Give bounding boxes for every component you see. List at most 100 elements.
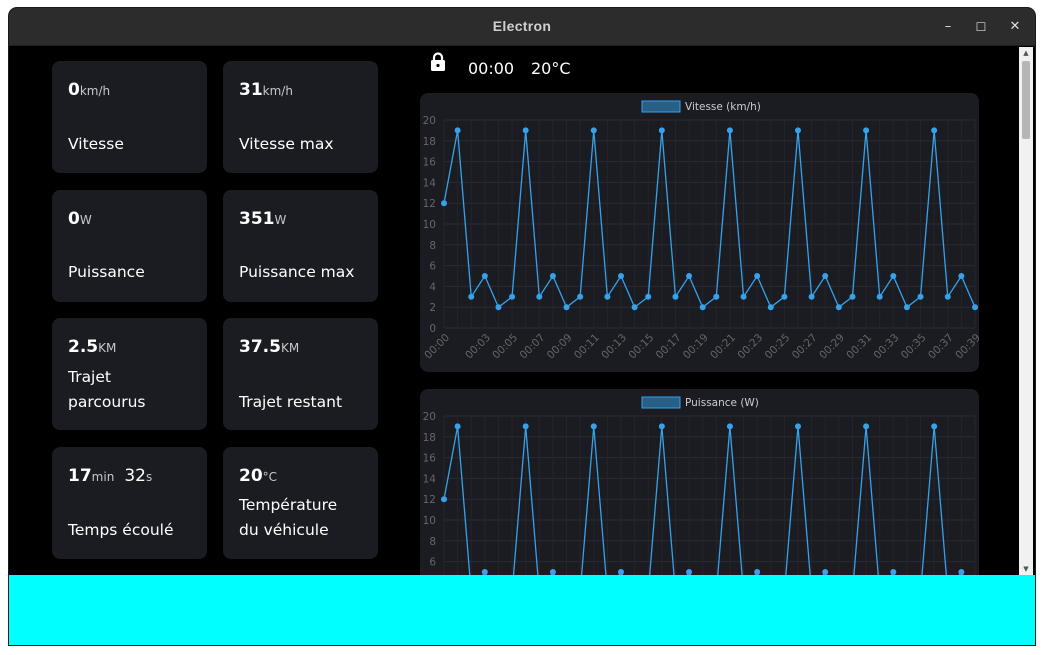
- scrollbar-thumb[interactable]: [1022, 61, 1030, 139]
- legend-label: Puissance (W): [685, 397, 759, 409]
- data-point: [754, 273, 761, 279]
- data-point: [658, 423, 665, 430]
- data-point: [686, 273, 693, 279]
- x-tick-label: 00:27: [790, 332, 820, 362]
- vitesse-value-line: 0km/h: [68, 80, 110, 100]
- data-point: [454, 127, 461, 134]
- card-temps-ecoule: 17min 32s Temps écoulé: [52, 447, 207, 559]
- x-tick-label: 00:31: [844, 332, 874, 362]
- y-tick-label: 16: [423, 157, 437, 169]
- trajet-parcourus-label-1: Trajet: [68, 368, 111, 386]
- data-point: [454, 423, 461, 430]
- vitesse-value: 0: [68, 80, 80, 100]
- legend-label: Vitesse (km/h): [685, 101, 761, 113]
- data-point: [618, 273, 624, 279]
- x-tick-label: 00:25: [763, 332, 793, 362]
- x-tick-label: 00:39: [953, 332, 979, 362]
- vitesse-max-value: 31: [239, 80, 263, 100]
- trajet-parcourus-value-line: 2.5KM: [68, 337, 116, 357]
- vitesse-unit: km/h: [79, 84, 111, 98]
- vitesse-max-value-line: 31km/h: [239, 80, 293, 100]
- x-tick-label: 00:00: [422, 332, 452, 362]
- data-point: [590, 127, 597, 134]
- card-temperature: 20°C Température du véhicule: [223, 447, 378, 559]
- window-title: Electron: [492, 18, 552, 34]
- data-point: [631, 304, 638, 311]
- data-point: [726, 423, 733, 430]
- data-point: [658, 127, 665, 134]
- trajet-restant-unit: KM: [280, 341, 300, 355]
- minimize-button[interactable]: –: [938, 17, 958, 37]
- y-tick-label: 2: [429, 302, 436, 314]
- y-tick-label: 20: [423, 115, 436, 127]
- x-tick-label: 00:29: [817, 332, 847, 362]
- puissance-value: 0: [68, 209, 80, 229]
- temperature-display: 20°C: [531, 59, 571, 78]
- puissance-max-value: 351: [239, 209, 275, 229]
- data-point: [876, 293, 883, 300]
- temps-min-value: 17: [68, 466, 92, 486]
- x-tick-label: 00:09: [545, 332, 575, 362]
- puissance-value-line: 0W: [68, 209, 92, 229]
- data-point: [549, 273, 556, 279]
- x-tick-label: 00:23: [735, 332, 765, 362]
- temps-sec-unit: s: [145, 470, 153, 484]
- x-tick-label: 00:13: [599, 332, 629, 362]
- x-tick-label: 00:15: [626, 332, 656, 362]
- temperature-value: 20: [239, 466, 263, 486]
- temps-value-line: 17min 32s: [68, 466, 152, 486]
- y-tick-label: 4: [429, 281, 436, 293]
- temperature-unit: °C: [262, 470, 278, 484]
- y-tick-label: 10: [423, 219, 436, 231]
- card-puissance-max: 351W Puissance max: [223, 190, 378, 302]
- bottom-panel: [9, 575, 1035, 645]
- chart-vitesse: 0246810121416182000:00 00:0300:0500:0700:…: [422, 100, 979, 362]
- puissance-max-label: Puissance max: [239, 263, 355, 281]
- vitesse-max-label: Vitesse max: [239, 135, 334, 153]
- data-point: [931, 127, 938, 134]
- maximize-button[interactable]: ☐: [971, 17, 991, 37]
- x-tick-label: 00:17: [654, 332, 684, 362]
- scrollbar[interactable]: ▲ ▼: [1019, 47, 1033, 575]
- x-tick-label: 00:19: [681, 332, 711, 362]
- temperature-label-2: du véhicule: [239, 521, 329, 539]
- temps-sec-value: 32: [124, 466, 146, 486]
- trajet-restant-label: Trajet restant: [239, 393, 343, 411]
- temps-label: Temps écoulé: [68, 521, 174, 539]
- data-point: [495, 304, 502, 311]
- data-point: [944, 293, 951, 300]
- scroll-down-arrow-icon[interactable]: ▼: [1019, 563, 1033, 575]
- data-point: [577, 293, 584, 300]
- data-point: [536, 293, 543, 300]
- lock-icon[interactable]: [430, 52, 446, 72]
- legend-swatch: [641, 396, 681, 409]
- chart-vitesse-container: 0 2 4 6 8 10 12 14 16 18 20 00:00 00:03 00:05 00:07 00:…: [420, 93, 979, 372]
- data-point: [481, 273, 488, 279]
- data-point: [509, 293, 516, 300]
- app-window: Electron – ☐ ✕ 0km/h Vitesse 31km/h Vite…: [9, 8, 1035, 645]
- y-tick-label: 8: [429, 536, 436, 548]
- y-tick-label: 12: [423, 494, 436, 506]
- card-puissance: 0W Puissance: [52, 190, 207, 302]
- data-point: [441, 496, 447, 503]
- scroll-up-arrow-icon[interactable]: ▲: [1019, 47, 1033, 59]
- y-tick-label: 18: [423, 432, 436, 444]
- data-point: [808, 293, 815, 300]
- data-point: [645, 293, 652, 300]
- close-button[interactable]: ✕: [1005, 17, 1025, 37]
- x-tick-label: 00:03: [463, 332, 493, 362]
- card-trajet-parcourus: 2.5KM Trajet parcourus: [52, 318, 207, 430]
- data-point: [795, 423, 801, 430]
- data-point: [931, 423, 938, 430]
- data-point: [522, 423, 529, 430]
- x-tick-label: 00:07: [518, 332, 548, 362]
- data-point: [849, 293, 856, 300]
- x-tick-label: 00:05: [490, 332, 520, 362]
- data-point: [726, 127, 733, 134]
- title-bar[interactable]: Electron – ☐ ✕: [9, 8, 1035, 46]
- data-point: [563, 304, 570, 311]
- data-point: [713, 293, 720, 300]
- data-point: [699, 304, 706, 311]
- puissance-max-unit: W: [274, 213, 287, 227]
- data-point: [835, 304, 842, 311]
